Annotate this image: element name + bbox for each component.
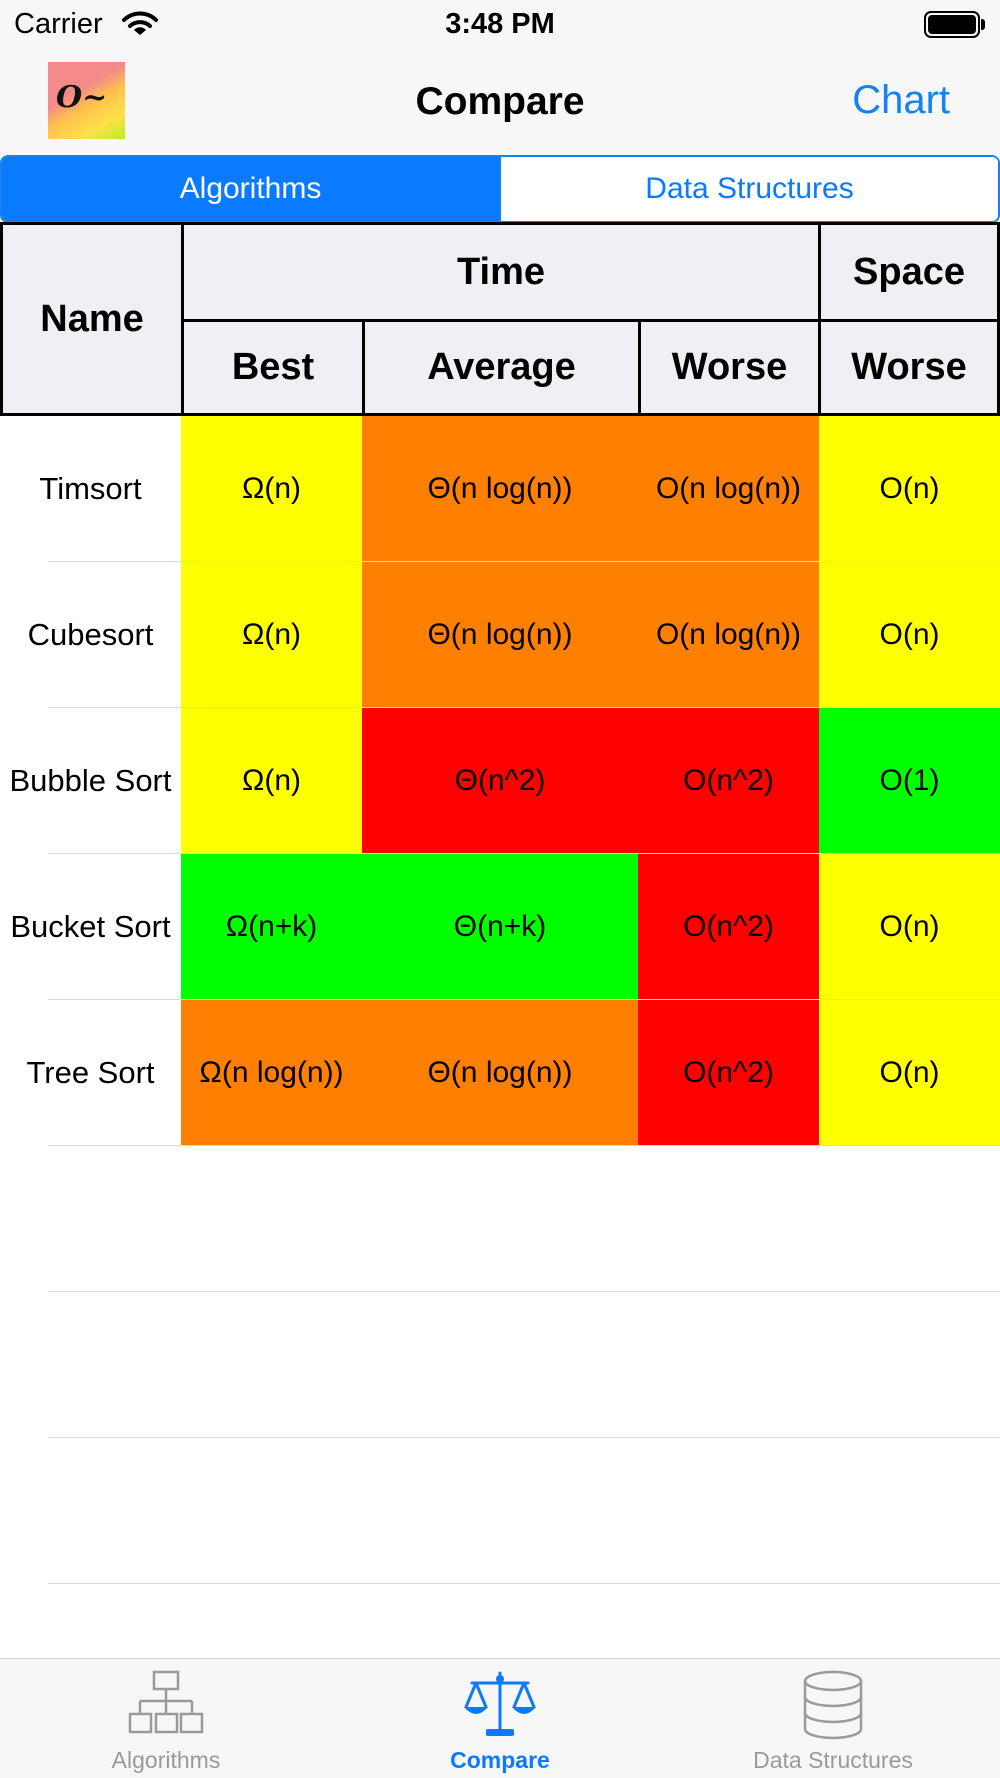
hierarchy-icon [128,1670,204,1734]
row-divider [48,853,1000,854]
tab-compare-label: Compare [450,1747,550,1773]
tab-data-structures[interactable]: Data Structures [733,1659,933,1778]
header-time: Time [181,222,821,322]
status-bar: Carrier 3:48 PM [0,0,1000,50]
table-row[interactable]: Cubesort Ω(n) Θ(n log(n)) O(n log(n)) O(… [0,562,1000,708]
battery-icon [924,11,986,38]
row-divider [48,707,1000,708]
header-time-worse: Worse [638,319,821,416]
scales-icon [464,1671,536,1736]
database-icon [803,1670,863,1740]
segment-algorithms[interactable]: Algorithms [2,157,499,221]
tab-compare[interactable]: Compare [400,1659,600,1778]
row-divider [48,561,1000,562]
navigation-bar: O~ Compare Chart [0,50,1000,155]
row-name: Tree Sort [0,1000,181,1146]
row-divider [48,1291,1000,1292]
cell-average: Θ(n log(n)) [362,416,638,562]
table-row[interactable]: Bubble Sort Ω(n) Θ(n^2) O(n^2) O(1) [0,708,1000,854]
row-name: Timsort [0,416,181,562]
table-row[interactable]: Bucket Sort Ω(n+k) Θ(n+k) O(n^2) O(n) [0,854,1000,1000]
category-segmented-control: Algorithms Data Structures [0,155,1000,223]
cell-average: Θ(n+k) [362,854,638,1000]
row-name: Cubesort [0,562,181,708]
cell-worse: O(n^2) [638,708,819,854]
row-divider [48,1437,1000,1438]
header-space: Space [818,222,1000,322]
cell-space: O(n) [819,854,1000,1000]
cell-best: Ω(n log(n)) [181,1000,362,1146]
header-space-worse: Worse [818,319,1000,416]
tab-algorithms[interactable]: Algorithms [66,1659,266,1778]
row-name: Bucket Sort [0,854,181,1000]
status-time: 3:48 PM [445,8,555,40]
cell-worse: O(n log(n)) [638,562,819,708]
row-name: Bubble Sort [0,708,181,854]
tab-bar: Algorithms Compare Data Structures [0,1658,1000,1778]
cell-average: Θ(n^2) [362,708,638,854]
cell-best: Ω(n+k) [181,854,362,1000]
tab-algorithms-label: Algorithms [111,1747,221,1773]
row-divider [48,1583,1000,1584]
cell-worse: O(n^2) [638,1000,819,1146]
cell-worse: O(n log(n)) [638,416,819,562]
segment-data-structures[interactable]: Data Structures [499,157,998,221]
cell-space: O(1) [819,708,1000,854]
header-name: Name [0,222,184,416]
cell-space: O(n) [819,562,1000,708]
table-row[interactable]: Tree Sort Ω(n log(n)) Θ(n log(n)) O(n^2)… [0,1000,1000,1146]
cell-average: Θ(n log(n)) [362,1000,638,1146]
cell-space: O(n) [819,1000,1000,1146]
header-best: Best [181,319,365,416]
tab-data-structures-label: Data Structures [753,1747,913,1773]
table-header: Name Time Space Best Average Worse Worse [0,222,1000,416]
table-row[interactable]: Timsort Ω(n) Θ(n log(n)) O(n log(n)) O(n… [0,416,1000,562]
chart-button[interactable]: Chart [852,78,950,123]
row-divider [48,999,1000,1000]
header-average: Average [362,319,641,416]
cell-space: O(n) [819,416,1000,562]
row-divider [48,1145,1000,1146]
cell-best: Ω(n) [181,416,362,562]
cell-average: Θ(n log(n)) [362,562,638,708]
page-title: Compare [415,80,585,123]
cell-best: Ω(n) [181,562,362,708]
cell-best: Ω(n) [181,708,362,854]
cell-worse: O(n^2) [638,854,819,1000]
